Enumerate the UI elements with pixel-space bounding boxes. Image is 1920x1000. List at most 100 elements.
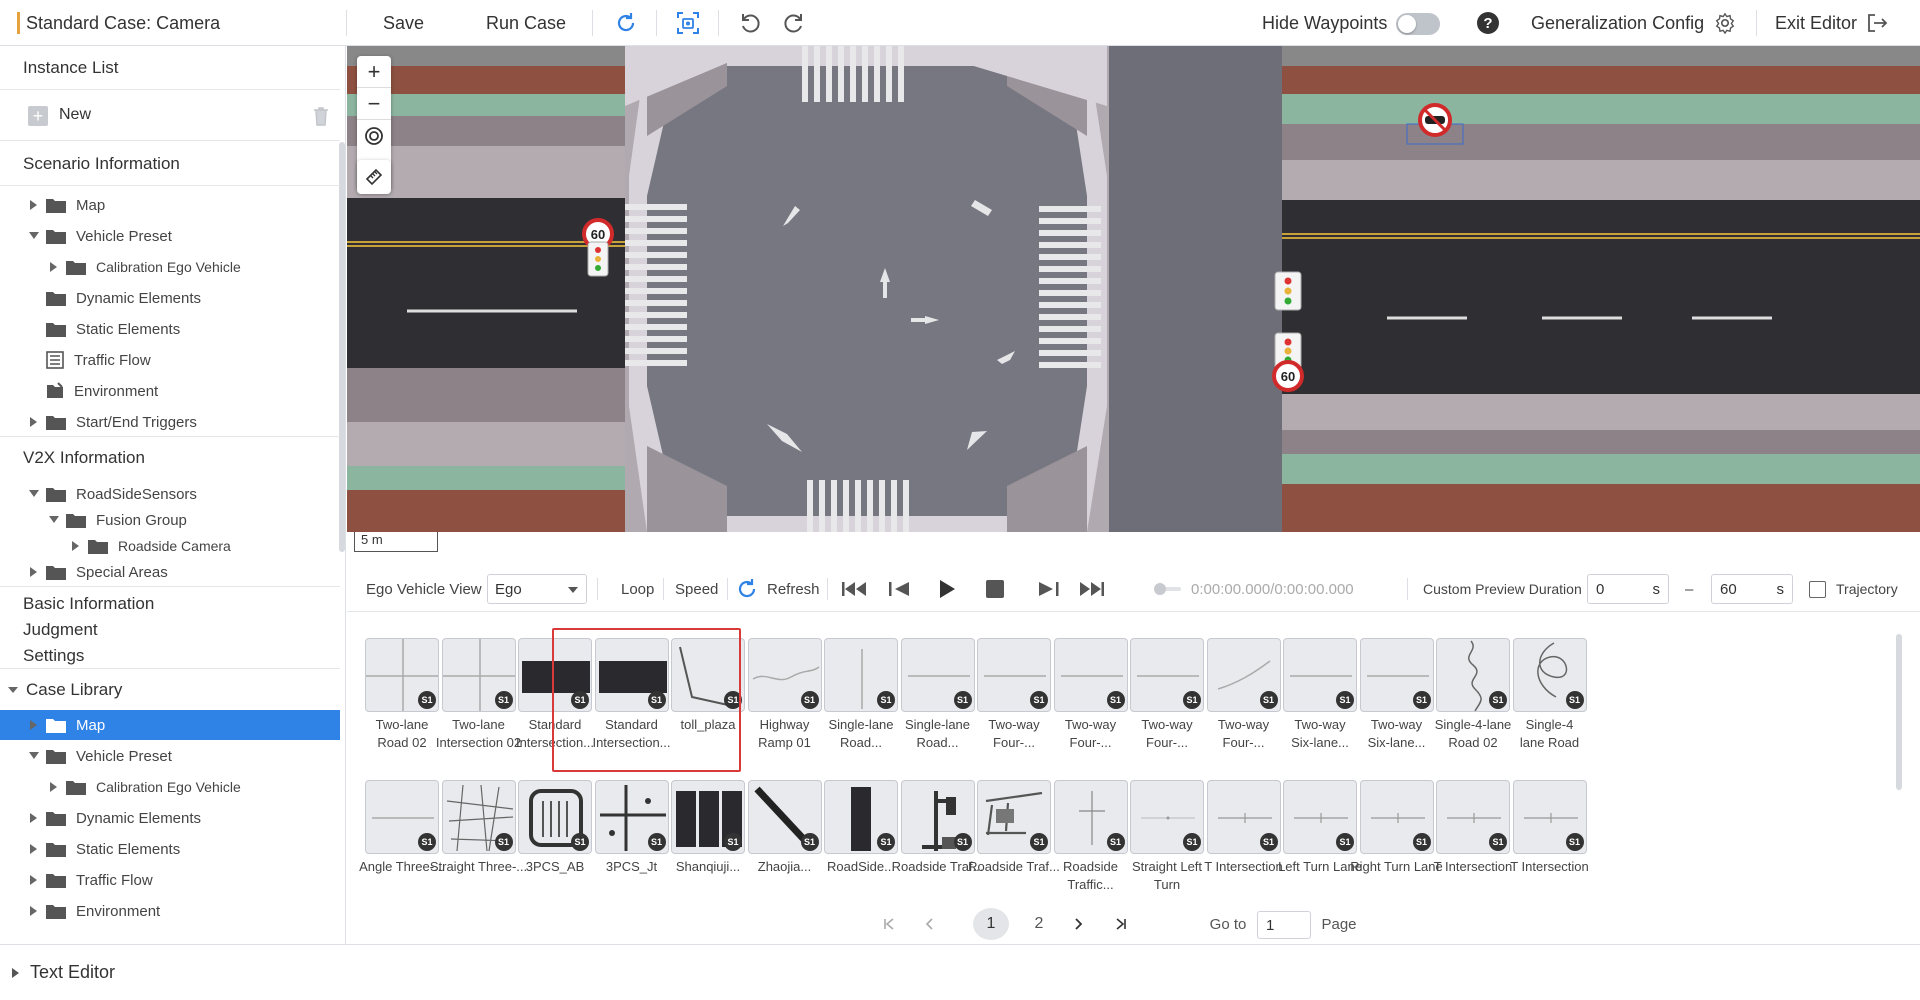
go-to-input[interactable]: 1: [1257, 911, 1311, 939]
chevron-right-icon[interactable]: [28, 719, 40, 731]
chevron-right-icon[interactable]: [28, 199, 40, 211]
tree-item[interactable]: Vehicle Preset: [0, 741, 340, 771]
case-library-header[interactable]: Case Library: [0, 674, 340, 706]
card-thumbnail: S1: [900, 638, 975, 712]
last-page-icon[interactable]: [1111, 908, 1131, 940]
tree-item[interactable]: Calibration Ego Vehicle: [0, 772, 340, 802]
library-card[interactable]: S1 T Intersection: [1507, 770, 1593, 900]
library-card[interactable]: S1 Straight Three-...: [430, 770, 527, 900]
speed-button[interactable]: Speed: [675, 566, 718, 612]
trash-icon[interactable]: [311, 105, 331, 127]
save-button[interactable]: Save: [383, 0, 424, 46]
fit-view-icon[interactable]: [673, 8, 703, 38]
settings-item[interactable]: Settings: [23, 646, 84, 666]
prev-page-icon[interactable]: [920, 908, 940, 940]
page-2-button[interactable]: 2: [1024, 908, 1054, 940]
ego-select[interactable]: Ego: [487, 574, 587, 604]
tree-item[interactable]: Map: [0, 190, 340, 220]
tree-item[interactable]: Dynamic Elements: [0, 803, 340, 833]
next-page-icon[interactable]: [1068, 908, 1088, 940]
chevron-right-icon[interactable]: [28, 416, 40, 428]
stop-icon[interactable]: [985, 566, 1005, 612]
judgment-item[interactable]: Judgment: [23, 620, 98, 640]
redo-icon[interactable]: [779, 8, 809, 38]
tree-item[interactable]: Dynamic Elements: [0, 283, 340, 313]
library-scrollbar[interactable]: [1896, 634, 1902, 790]
tree-item[interactable]: Special Areas: [0, 557, 340, 587]
tree-item[interactable]: Start/End Triggers: [0, 407, 340, 437]
help-icon[interactable]: ?: [1473, 8, 1503, 38]
tree-item[interactable]: Environment: [0, 376, 340, 406]
library-card[interactable]: S1 Zhaojia...: [742, 770, 828, 900]
library-card[interactable]: S1 T Intersection: [1430, 770, 1516, 900]
folder-icon: [46, 748, 66, 764]
chevron-right-icon[interactable]: [48, 261, 60, 273]
trajectory-checkbox[interactable]: Trajectory: [1809, 566, 1898, 612]
refresh-button[interactable]: Refresh: [735, 566, 820, 612]
tree-item[interactable]: Static Elements: [0, 314, 340, 344]
step-forward-icon[interactable]: [1035, 566, 1061, 612]
library-card[interactable]: S1 Roadside Traf...: [892, 770, 983, 900]
tree-item[interactable]: Map: [0, 710, 340, 740]
run-case-button[interactable]: Run Case: [486, 0, 566, 46]
chevron-down-icon[interactable]: [28, 488, 40, 500]
preview-end-unit: s: [1776, 580, 1785, 598]
locate-icon[interactable]: [357, 120, 391, 152]
zoom-out-button[interactable]: −: [357, 88, 391, 120]
tree-item[interactable]: Vehicle Preset: [0, 221, 340, 251]
preview-end-input[interactable]: 60 s: [1711, 574, 1793, 604]
chevron-right-icon[interactable]: [28, 812, 40, 824]
generalization-config-button[interactable]: Generalization Config: [1531, 0, 1704, 46]
chevron-right-icon[interactable]: [70, 540, 82, 552]
hide-waypoints-toggle[interactable]: [1396, 13, 1440, 35]
add-icon[interactable]: +: [28, 106, 48, 126]
tree-item[interactable]: Traffic Flow: [0, 865, 340, 895]
version-badge: S1: [953, 833, 972, 851]
chevron-right-icon[interactable]: [28, 874, 40, 886]
chevron-down-icon[interactable]: [28, 750, 40, 762]
tree-item[interactable]: Environment: [0, 896, 340, 926]
play-icon[interactable]: [937, 566, 957, 612]
chevron-right-icon[interactable]: [48, 781, 60, 793]
step-back-icon[interactable]: [887, 566, 913, 612]
refresh-map-icon[interactable]: [611, 8, 641, 38]
text-editor-bar[interactable]: Text Editor: [0, 944, 1920, 1000]
zoom-in-button[interactable]: +: [357, 56, 391, 88]
loop-button[interactable]: Loop: [621, 566, 654, 612]
timeline-slider[interactable]: [1153, 566, 1183, 612]
chevron-down-icon[interactable]: [28, 230, 40, 242]
library-card[interactable]: S1 RoadSide...: [818, 770, 904, 900]
chevron-down-icon[interactable]: [48, 514, 60, 526]
library-card[interactable]: S1 Shanqiuji...: [665, 770, 751, 900]
library-card[interactable]: S1 3PCS_Jt: [589, 770, 675, 900]
tree-item[interactable]: Static Elements: [0, 834, 340, 864]
undo-icon[interactable]: [735, 8, 765, 38]
preview-end-value: 60: [1720, 580, 1737, 598]
preview-start-input[interactable]: 0 s: [1587, 574, 1669, 604]
version-badge: S1: [724, 691, 742, 709]
chevron-right-icon[interactable]: [28, 843, 40, 855]
library-card[interactable]: S1 Angle Three-...: [359, 770, 445, 900]
first-page-icon[interactable]: [879, 908, 899, 940]
chevron-right-icon[interactable]: [28, 566, 40, 578]
exit-icon[interactable]: [1862, 8, 1892, 38]
ruler-icon[interactable]: [357, 160, 391, 194]
gear-icon[interactable]: [1710, 8, 1740, 38]
library-card[interactable]: S1 Single-4 lane Road: [1507, 628, 1593, 758]
library-card[interactable]: S1 Right Turn Lane: [1350, 770, 1443, 900]
skip-end-icon[interactable]: [1077, 566, 1105, 612]
basic-information-item[interactable]: Basic Information: [23, 594, 154, 614]
page-1-button[interactable]: 1: [973, 908, 1009, 940]
chevron-right-icon[interactable]: [28, 905, 40, 917]
new-button[interactable]: New: [59, 106, 91, 124]
library-card[interactable]: S1 Left Turn Lane: [1277, 770, 1363, 900]
library-card[interactable]: S1 3PCS_AB: [512, 770, 598, 900]
tree-item[interactable]: Calibration Ego Vehicle: [0, 252, 340, 282]
library-card[interactable]: S1 Straight Left Turn: [1124, 770, 1210, 900]
library-card[interactable]: S1 Standard Intersection...: [589, 628, 675, 758]
skip-start-icon[interactable]: [841, 566, 869, 612]
tree-item[interactable]: Traffic Flow: [0, 345, 340, 375]
map-canvas[interactable]: 60 60: [347, 46, 1920, 532]
exit-editor-button[interactable]: Exit Editor: [1775, 0, 1857, 46]
library-card[interactable]: S1 T Intersection: [1201, 770, 1287, 900]
